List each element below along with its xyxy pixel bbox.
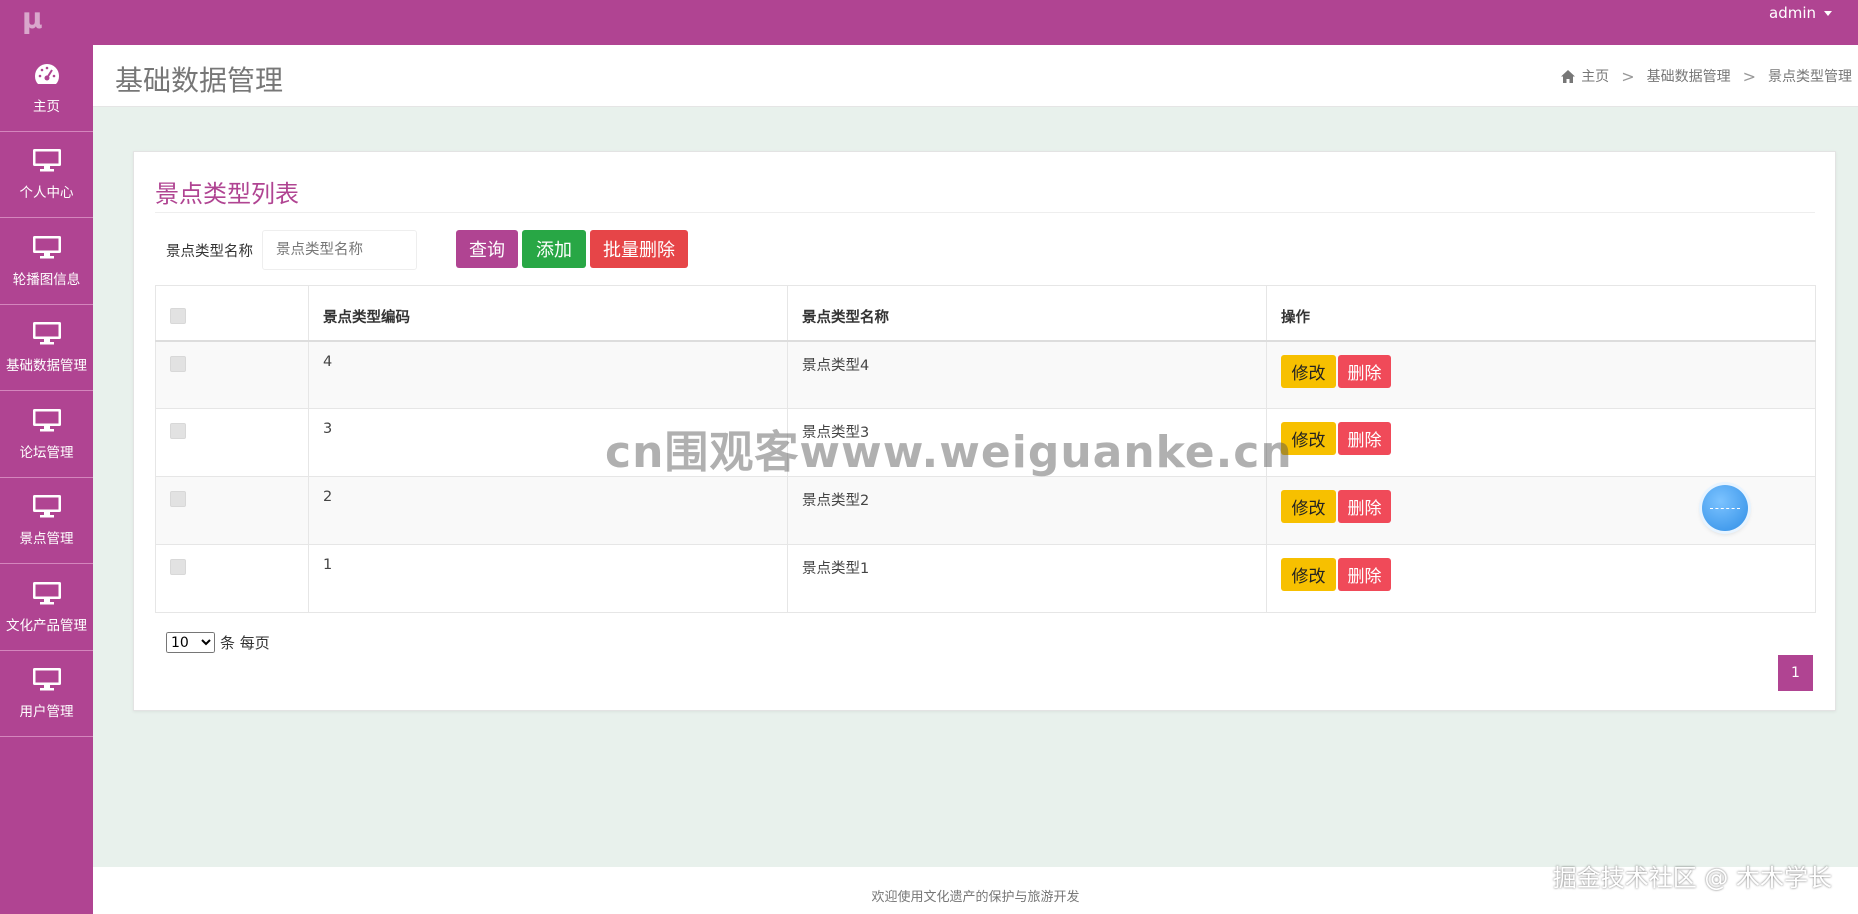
header-name: 景点类型名称 bbox=[787, 285, 1267, 341]
list-card: 景点类型列表 景点类型名称 查询 添加 批量删除 景点类型编码 景点类型名称 操… bbox=[133, 151, 1836, 711]
monitor-icon bbox=[32, 495, 61, 518]
search-label: 景点类型名称 bbox=[166, 244, 253, 260]
monitor-icon bbox=[32, 322, 61, 345]
row-actions: 修改 删除 bbox=[1281, 354, 1801, 388]
corner-watermark: 掘金技术社区 @ 木木学长 bbox=[1552, 864, 1832, 892]
row-checkbox[interactable] bbox=[170, 423, 186, 439]
table-header-row: 景点类型编码 景点类型名称 操作 bbox=[155, 285, 1816, 341]
row-actions: 修改 删除 bbox=[1281, 422, 1801, 455]
sidebar-item-label: 个人中心 bbox=[19, 185, 74, 202]
row-select-cell bbox=[155, 544, 309, 613]
breadcrumb-current: 景点类型管理 bbox=[1768, 69, 1852, 85]
card-title: 景点类型列表 bbox=[155, 180, 299, 208]
header-code: 景点类型编码 bbox=[308, 285, 788, 341]
table-row: 2 景点类型2 修改 删除 bbox=[155, 476, 1816, 545]
user-menu[interactable]: admin bbox=[1769, 4, 1832, 22]
data-table: 景点类型编码 景点类型名称 操作 4 景点类型4 修改 删除 3 景点类型3 修… bbox=[155, 285, 1816, 613]
row-checkbox[interactable] bbox=[170, 355, 186, 372]
sidebar-item-carousel[interactable]: 轮播图信息 bbox=[0, 218, 93, 305]
cell-name: 景点类型3 bbox=[787, 408, 1267, 477]
edit-button[interactable]: 修改 bbox=[1281, 558, 1336, 591]
sidebar-item-cultural-products[interactable]: 文化产品管理 bbox=[0, 564, 93, 651]
dashboard-icon bbox=[34, 63, 59, 84]
breadcrumb-separator: > bbox=[1621, 66, 1635, 86]
breadcrumb-home-label: 主页 bbox=[1581, 69, 1610, 85]
sidebar-item-base-data[interactable]: 基础数据管理 bbox=[0, 305, 93, 391]
monitor-icon bbox=[32, 581, 61, 605]
page-header: 基础数据管理 主页 > 基础数据管理 > 景点类型管理 bbox=[93, 45, 1858, 107]
sidebar-item-personal-center[interactable]: 个人中心 bbox=[0, 132, 93, 218]
sidebar-item-label: 景点管理 bbox=[19, 531, 74, 548]
sidebar-item-home[interactable]: 主页 bbox=[0, 45, 93, 132]
select-all-checkbox[interactable] bbox=[170, 308, 186, 324]
app-logo[interactable]: μ bbox=[22, 4, 48, 34]
breadcrumb-home[interactable]: 主页 bbox=[1561, 66, 1609, 86]
cell-name: 景点类型2 bbox=[787, 476, 1267, 545]
page-title: 基础数据管理 bbox=[115, 64, 284, 97]
user-name: admin bbox=[1769, 4, 1816, 22]
sidebar-item-label: 文化产品管理 bbox=[6, 617, 87, 634]
breadcrumb: 主页 > 基础数据管理 > 景点类型管理 bbox=[1561, 66, 1852, 86]
row-actions: 修改 删除 bbox=[1281, 558, 1801, 591]
table-row: 4 景点类型4 修改 删除 bbox=[155, 340, 1816, 409]
delete-button[interactable]: 删除 bbox=[1338, 354, 1391, 388]
monitor-icon bbox=[32, 408, 61, 432]
breadcrumb-base-data[interactable]: 基础数据管理 bbox=[1647, 66, 1731, 86]
search-input[interactable] bbox=[262, 230, 417, 270]
sidebar-item-label: 基础数据管理 bbox=[6, 358, 87, 375]
edit-button[interactable]: 修改 bbox=[1281, 354, 1336, 388]
header-select-all-cell bbox=[155, 285, 309, 341]
sidebar-item-label: 轮播图信息 bbox=[12, 271, 81, 288]
delete-button[interactable]: 删除 bbox=[1338, 558, 1391, 591]
monitor-icon bbox=[32, 668, 61, 691]
batch-delete-button[interactable]: 批量删除 bbox=[590, 230, 688, 268]
cell-ops: 修改 删除 bbox=[1266, 340, 1816, 409]
page-size-control: 10 条 每页 bbox=[166, 632, 270, 653]
sidebar: 主页 个人中心 轮播图信息 基础数据管理 论坛管理 景点管理 文化产品管理 用户… bbox=[0, 45, 93, 914]
delete-button[interactable]: 删除 bbox=[1338, 422, 1391, 455]
page-size-suffix: 条 每页 bbox=[220, 634, 270, 652]
home-icon bbox=[1561, 69, 1576, 83]
table-row: 3 景点类型3 修改 删除 bbox=[155, 408, 1816, 477]
sidebar-item-users[interactable]: 用户管理 bbox=[0, 651, 93, 737]
table-row: 1 景点类型1 修改 删除 bbox=[155, 544, 1816, 613]
delete-button[interactable]: 删除 bbox=[1338, 490, 1391, 523]
page-button-current[interactable]: 1 bbox=[1778, 655, 1813, 691]
cell-code: 4 bbox=[308, 340, 788, 409]
query-button[interactable]: 查询 bbox=[456, 230, 518, 268]
row-checkbox[interactable] bbox=[170, 559, 186, 575]
divider bbox=[155, 212, 1815, 213]
add-button[interactable]: 添加 bbox=[522, 230, 586, 268]
cell-ops: 修改 删除 bbox=[1266, 408, 1816, 477]
dashed-line-icon bbox=[1710, 507, 1740, 509]
cell-code: 2 bbox=[308, 476, 788, 545]
caret-down-icon bbox=[1824, 10, 1832, 16]
breadcrumb-separator: > bbox=[1742, 66, 1756, 86]
cell-name: 景点类型4 bbox=[787, 340, 1267, 409]
sidebar-item-forum[interactable]: 论坛管理 bbox=[0, 391, 93, 478]
monitor-icon bbox=[32, 235, 61, 259]
cell-ops: 修改 删除 bbox=[1266, 544, 1816, 613]
edit-button[interactable]: 修改 bbox=[1281, 490, 1336, 523]
cell-code: 1 bbox=[308, 544, 788, 613]
sidebar-item-label: 用户管理 bbox=[19, 704, 74, 721]
row-select-cell bbox=[155, 340, 309, 409]
sidebar-item-label: 主页 bbox=[33, 98, 60, 115]
row-select-cell bbox=[155, 476, 309, 545]
cell-name: 景点类型1 bbox=[787, 544, 1267, 613]
edit-button[interactable]: 修改 bbox=[1281, 422, 1336, 455]
top-bar: μ admin bbox=[0, 0, 1858, 45]
sidebar-item-label: 论坛管理 bbox=[19, 444, 74, 461]
row-select-cell bbox=[155, 408, 309, 477]
cell-code: 3 bbox=[308, 408, 788, 477]
header-ops: 操作 bbox=[1266, 285, 1816, 341]
row-checkbox[interactable] bbox=[170, 491, 186, 507]
page-size-select[interactable]: 10 bbox=[166, 632, 215, 653]
floating-assistant-button[interactable] bbox=[1702, 485, 1748, 531]
sidebar-item-scenic-spots[interactable]: 景点管理 bbox=[0, 478, 93, 564]
monitor-icon bbox=[32, 149, 61, 172]
